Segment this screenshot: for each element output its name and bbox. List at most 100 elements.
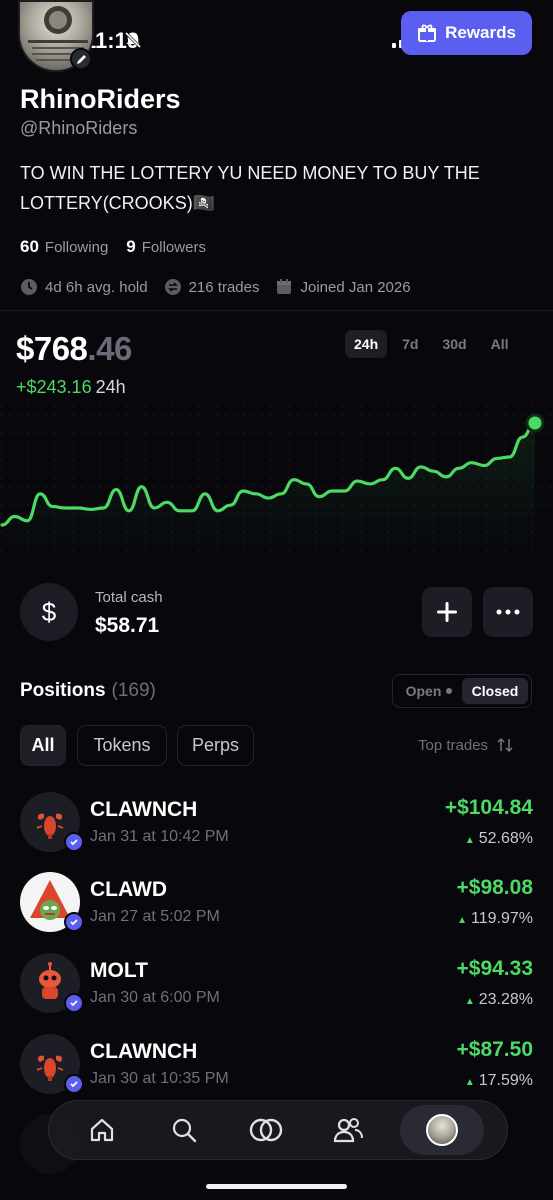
open-dot <box>446 688 453 694</box>
cash-label: Total cash <box>95 589 163 606</box>
sort-label: Top trades <box>418 736 489 754</box>
dollar-icon: $ <box>20 583 78 641</box>
position-date: Jan 30 at 10:35 PM <box>90 1070 229 1087</box>
following-label: Following <box>44 239 109 256</box>
position-pnl: +$87.50 <box>456 1038 534 1061</box>
profile-bio: TO WIN THE LOTTERY YU NEED MONEY TO BUY … <box>20 163 480 213</box>
followers-count: 9 <box>126 237 136 256</box>
position-row[interactable]: MOLT Jan 30 at 6:00 PM +$94.33 ▲ 23.28% <box>0 953 553 1033</box>
follow-stats: 60 Following 9 Followers <box>20 237 206 257</box>
nav-profile[interactable] <box>400 1105 484 1155</box>
verified-badge-icon <box>64 832 84 852</box>
profile-meta: 4d 6h avg. hold 216 trades Joined Jan 20… <box>20 278 411 296</box>
nav-trade[interactable] <box>236 1105 296 1155</box>
position-date: Jan 30 at 6:00 PM <box>90 989 220 1006</box>
followers-link[interactable]: 9 Followers <box>126 237 206 257</box>
profile-handle: @RhinoRiders <box>20 118 138 138</box>
balance-cents: .46 <box>87 330 132 367</box>
rewards-button[interactable]: Rewards <box>401 11 532 55</box>
up-triangle-icon: ▲ <box>457 915 468 926</box>
position-pct-value: 52.68% <box>478 830 533 847</box>
more-button[interactable] <box>483 587 533 637</box>
up-triangle-icon: ▲ <box>464 1077 475 1088</box>
more-dots-icon <box>496 609 520 615</box>
nav-search[interactable] <box>154 1105 214 1155</box>
change-period: 24h <box>95 377 126 397</box>
position-pct-value: 23.28% <box>478 991 533 1008</box>
profile-avatar[interactable] <box>18 0 94 72</box>
range-tab-30d[interactable]: 30d <box>433 330 475 358</box>
calendar-icon <box>277 279 292 294</box>
portfolio-chart[interactable] <box>0 405 553 555</box>
following-count: 60 <box>20 237 39 256</box>
home-indicator <box>206 1184 347 1189</box>
open-closed-toggle: Open Closed <box>392 674 532 708</box>
swap-circle-icon <box>164 279 181 295</box>
profile-name: RhinoRiders <box>20 84 181 114</box>
positions-label: Positions <box>20 680 106 701</box>
position-name: MOLT <box>90 959 148 982</box>
range-tab-all[interactable]: All <box>482 330 518 358</box>
trade-count: 216 trades <box>164 278 260 296</box>
position-pct: ▲ 119.97% <box>457 910 533 928</box>
position-row[interactable]: CLAWD Jan 27 at 5:02 PM +$98.08 ▲ 119.97% <box>0 872 553 952</box>
filter-perps[interactable]: Perps <box>177 725 254 766</box>
rewards-label: Rewards <box>445 23 516 42</box>
avg-hold: 4d 6h avg. hold <box>20 278 148 296</box>
position-name: CLAWNCH <box>90 1040 198 1063</box>
range-tab-7d[interactable]: 7d <box>393 330 427 358</box>
add-button[interactable] <box>422 587 472 637</box>
section-divider <box>0 310 553 311</box>
open-tab[interactable]: Open <box>396 678 462 704</box>
gift-icon <box>418 24 437 42</box>
nav-social[interactable] <box>318 1105 378 1155</box>
position-row[interactable]: CLAWNCH Jan 31 at 10:42 PM +$104.84 ▲ 52.… <box>0 792 553 872</box>
position-pnl: +$94.33 <box>456 957 534 980</box>
position-pct: ▲ 23.28% <box>465 991 533 1009</box>
search-icon <box>172 1118 197 1143</box>
change-value: +$243.16 <box>16 377 92 397</box>
verified-badge-icon <box>64 1074 84 1094</box>
people-icon <box>333 1118 363 1143</box>
cash-value: $58.71 <box>95 614 160 637</box>
portfolio-balance: $768.46 <box>16 330 132 368</box>
range-tab-24h[interactable]: 24h <box>345 330 388 358</box>
followers-label: Followers <box>141 239 206 256</box>
plus-icon <box>437 602 457 622</box>
join-date-text: Joined Jan 2026 <box>300 278 411 296</box>
up-triangle-icon: ▲ <box>464 996 475 1007</box>
home-icon <box>90 1118 114 1142</box>
nav-home[interactable] <box>72 1105 132 1155</box>
edit-avatar-icon[interactable] <box>70 48 92 70</box>
chart-end-point <box>525 413 545 433</box>
sort-control[interactable]: Top trades <box>418 736 514 754</box>
up-triangle-icon: ▲ <box>464 835 475 846</box>
swap-icon <box>249 1118 283 1142</box>
position-name: CLAWD <box>90 878 167 901</box>
position-name: CLAWNCH <box>90 798 198 821</box>
position-pct-value: 17.59% <box>478 1072 533 1089</box>
position-pnl: +$104.84 <box>444 796 533 819</box>
profile-avatar-icon <box>426 1114 458 1146</box>
position-date: Jan 31 at 10:42 PM <box>90 828 229 845</box>
verified-badge-icon <box>64 912 84 932</box>
position-pnl: +$98.08 <box>456 876 534 899</box>
sort-arrows-icon <box>497 737 513 753</box>
positions-count: (169) <box>111 680 156 701</box>
open-label: Open <box>405 683 442 699</box>
bell-muted-icon <box>124 31 142 49</box>
verified-badge-icon <box>64 993 84 1013</box>
join-date: Joined Jan 2026 <box>275 278 411 296</box>
filter-tokens[interactable]: Tokens <box>77 725 167 766</box>
position-date: Jan 27 at 5:02 PM <box>90 908 220 925</box>
filter-all[interactable]: All <box>20 725 66 766</box>
position-pct: ▲ 17.59% <box>465 1072 533 1090</box>
clock-icon <box>21 279 37 295</box>
avg-hold-text: 4d 6h avg. hold <box>45 278 148 296</box>
bottom-nav <box>48 1100 508 1160</box>
position-pct-value: 119.97% <box>471 910 533 927</box>
closed-tab[interactable]: Closed <box>462 678 528 704</box>
trade-count-text: 216 trades <box>188 278 260 296</box>
following-link[interactable]: 60 Following <box>20 237 108 257</box>
range-tabs: 24h 7d 30d All <box>345 330 517 358</box>
